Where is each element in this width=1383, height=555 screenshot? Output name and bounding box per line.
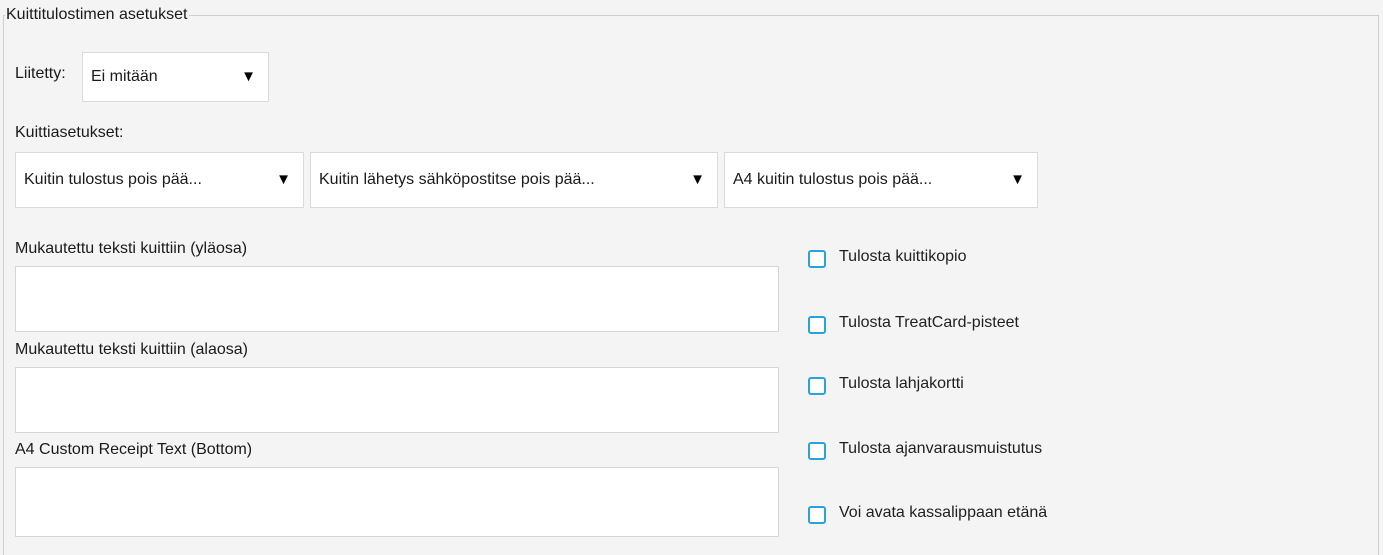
print-receipt-copy-label: Tulosta kuittikopio — [839, 248, 967, 265]
custom-text-bottom-input[interactable] — [15, 367, 779, 433]
connected-select[interactable]: Ei mitään ▼ — [82, 52, 269, 102]
connected-label: Liitetty: — [15, 65, 66, 82]
receipt-print-select-value: Kuitin tulostus pois pää... — [24, 171, 202, 188]
checkbox-unchecked-icon[interactable] — [808, 506, 826, 524]
a4-custom-text-bottom-label: A4 Custom Receipt Text (Bottom) — [15, 441, 253, 458]
chevron-down-icon: ▼ — [690, 171, 705, 188]
open-cash-drawer-remotely-label: Voi avata kassalippaan etänä — [839, 504, 1048, 521]
connected-select-value: Ei mitään — [91, 68, 158, 85]
receipt-email-select-value: Kuitin lähetys sähköpostitse pois pää... — [319, 171, 595, 188]
print-treatcard-points-label: Tulosta TreatCard-pisteet — [839, 314, 1019, 331]
print-appointment-reminder-label: Tulosta ajanvarausmuistutus — [839, 440, 1043, 457]
a4-custom-text-bottom-input[interactable] — [15, 467, 779, 537]
chevron-down-icon: ▼ — [1010, 171, 1025, 188]
receipt-settings-label: Kuittiasetukset: — [15, 124, 124, 141]
a4-receipt-print-select[interactable]: A4 kuitin tulostus pois pää... ▼ — [724, 152, 1038, 208]
custom-text-top-label: Mukautettu teksti kuittiin (yläosa) — [15, 240, 248, 257]
custom-text-top-input[interactable] — [15, 266, 779, 332]
chevron-down-icon: ▼ — [241, 68, 256, 85]
receipt-email-select[interactable]: Kuitin lähetys sähköpostitse pois pää...… — [310, 152, 718, 208]
a4-receipt-print-select-value: A4 kuitin tulostus pois pää... — [733, 171, 933, 188]
checkbox-unchecked-icon[interactable] — [808, 442, 826, 460]
checkbox-unchecked-icon[interactable] — [808, 316, 826, 334]
checkbox-unchecked-icon[interactable] — [808, 377, 826, 395]
receipt-print-select[interactable]: Kuitin tulostus pois pää... ▼ — [15, 152, 304, 208]
custom-text-bottom-label: Mukautettu teksti kuittiin (alaosa) — [15, 341, 248, 358]
print-gift-card-label: Tulosta lahjakortti — [839, 375, 964, 392]
checkbox-unchecked-icon[interactable] — [808, 250, 826, 268]
section-title: Kuittitulostimen asetukset — [5, 5, 190, 25]
chevron-down-icon: ▼ — [276, 171, 291, 188]
